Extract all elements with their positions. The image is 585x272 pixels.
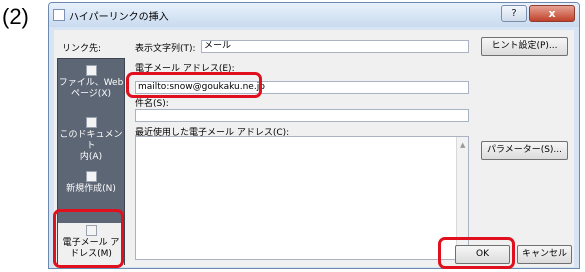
app-icon [53,9,65,21]
insert-hyperlink-dialog: ハイパーリンクの挿入 ? x リンク先: ファイル、Web ページ(X) このド… [48,2,580,269]
new-document-icon [85,171,97,182]
list-scrollbar[interactable]: ▲ ▼ [456,137,468,259]
sidebar-item-label: ドレス(M) [70,249,112,259]
sidebar-item-create-new[interactable]: 新規作成(N) [58,171,124,195]
sidebar-item-label: ページ(X) [70,89,111,99]
web-page-icon [85,65,97,76]
subject-label: 件名(S): [135,99,169,109]
email-address-label: 電子メール アドレス(E): [135,64,235,74]
title-bar[interactable]: ハイパーリンクの挿入 ? x [49,3,579,27]
sidebar-item-this-document[interactable]: このドキュメント 内(A) [58,117,124,163]
email-address-field[interactable]: mailto:snow@goukaku.ne.jp [135,81,469,94]
scroll-up-icon[interactable]: ▲ [460,141,465,149]
recent-email-list[interactable]: ▲ ▼ [135,136,469,260]
sidebar-item-label: 新規作成(N) [66,184,116,194]
step-number-label: (2) [2,4,29,29]
parameters-button[interactable]: パラメーター(S)... [481,141,568,160]
subject-field[interactable] [135,109,469,122]
window-title: ハイパーリンクの挿入 [69,12,169,23]
sidebar-item-label: 電子メール ア [62,238,120,248]
link-to-label: リンク先: [62,44,102,54]
email-icon [85,225,97,236]
document-icon [85,117,97,128]
sidebar-item-label: このドキュメント [59,130,123,151]
help-button[interactable]: ? [501,5,527,22]
screentip-button[interactable]: ヒント設定(P)... [481,37,568,56]
sidebar-item-label: 内(A) [79,152,103,162]
display-text-field[interactable]: メール [201,40,469,53]
dialog-body: リンク先: ファイル、Web ページ(X) このドキュメント 内(A) 新規作成… [54,30,574,267]
sidebar-item-email-address[interactable]: 電子メール ア ドレス(M) [58,223,124,265]
ok-button[interactable]: OK [455,245,510,264]
link-to-sidebar: ファイル、Web ページ(X) このドキュメント 内(A) 新規作成(N) 電子… [57,58,125,265]
sidebar-item-label: ファイル、Web [58,78,124,88]
sidebar-item-web-page[interactable]: ファイル、Web ページ(X) [58,65,124,100]
display-text-label: 表示文字列(T): [135,44,196,54]
cancel-button[interactable]: キャンセル [517,245,572,264]
close-button[interactable]: x [529,5,575,22]
